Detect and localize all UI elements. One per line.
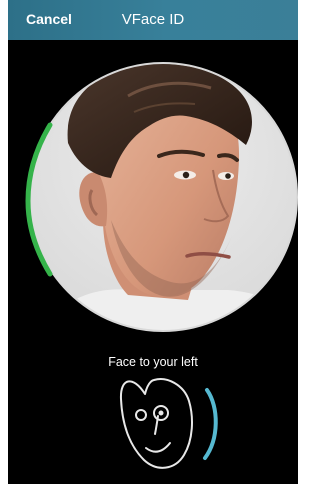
face-id-screen: Cancel VFace ID Face to your left [8, 0, 298, 484]
face-guide-icon [119, 378, 218, 469]
face-left-guide-icon [119, 378, 193, 469]
direction-arc-icon [203, 388, 218, 460]
